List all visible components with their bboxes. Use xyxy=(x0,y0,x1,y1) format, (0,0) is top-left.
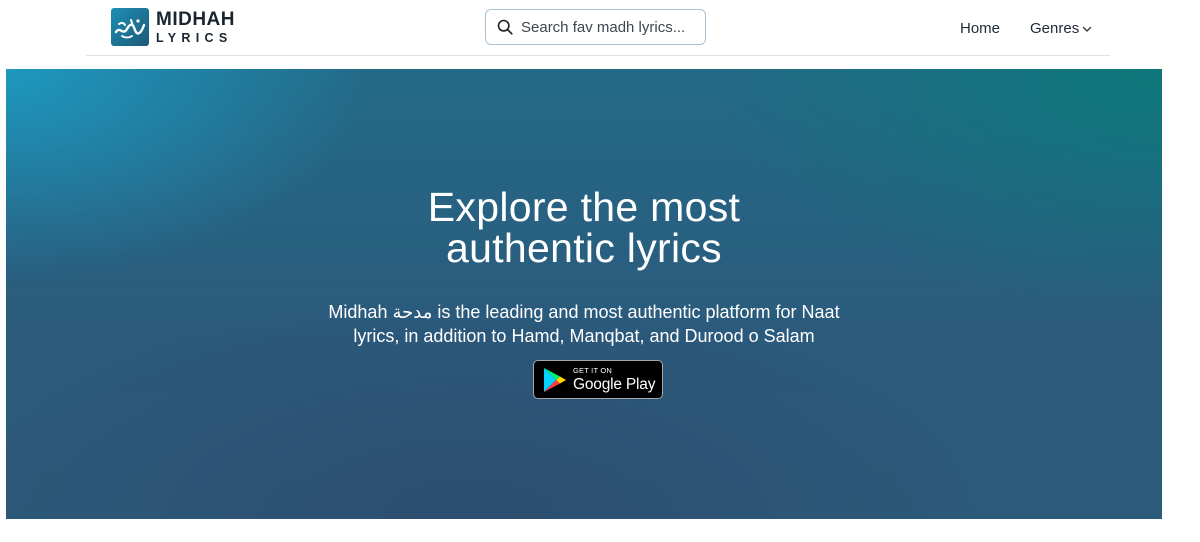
hero-subtitle-line-1: Midhah مدحة is the leading and most auth… xyxy=(328,302,840,322)
hero-subtitle: Midhah مدحة is the leading and most auth… xyxy=(6,300,1162,348)
logo-wordmark: MIDHAH LYRICS xyxy=(156,10,235,45)
play-badge-big-text: Google Play xyxy=(573,375,656,393)
search-icon xyxy=(497,19,513,35)
site-header: MIDHAH LYRICS Home Genres xyxy=(0,0,1200,56)
logo-line-1: MIDHAH xyxy=(156,8,235,30)
logo-line-2: LYRICS xyxy=(156,30,233,45)
search-box[interactable] xyxy=(485,9,706,45)
play-badge-small-text: GET IT ON xyxy=(573,366,613,375)
hero-subtitle-line-2: lyrics, in addition to Hamd, Manqbat, an… xyxy=(353,326,815,346)
header-divider xyxy=(86,55,1110,56)
nav-genres-label[interactable]: Genres xyxy=(1030,20,1079,37)
site-logo[interactable]: MIDHAH LYRICS xyxy=(111,8,235,46)
chevron-down-icon xyxy=(1083,26,1092,32)
calligraphy-logo-icon xyxy=(111,8,149,46)
google-play-text: GET IT ON Google Play xyxy=(573,367,655,392)
hero-title-line-2: authentic lyrics xyxy=(446,225,722,271)
hero-title-line-1: Explore the most xyxy=(427,184,741,230)
nav-genres-dropdown[interactable]: Genres xyxy=(1030,0,1092,56)
nav-home-link[interactable]: Home xyxy=(960,20,1000,37)
nav-home[interactable]: Home xyxy=(960,0,1000,56)
google-play-icon xyxy=(544,367,566,392)
search-input[interactable] xyxy=(521,18,699,36)
hero-title: Explore the most authentic lyrics xyxy=(6,187,1162,269)
google-play-button[interactable]: GET IT ON Google Play xyxy=(533,360,663,399)
hero-banner: Explore the most authentic lyrics Midhah… xyxy=(6,69,1162,519)
